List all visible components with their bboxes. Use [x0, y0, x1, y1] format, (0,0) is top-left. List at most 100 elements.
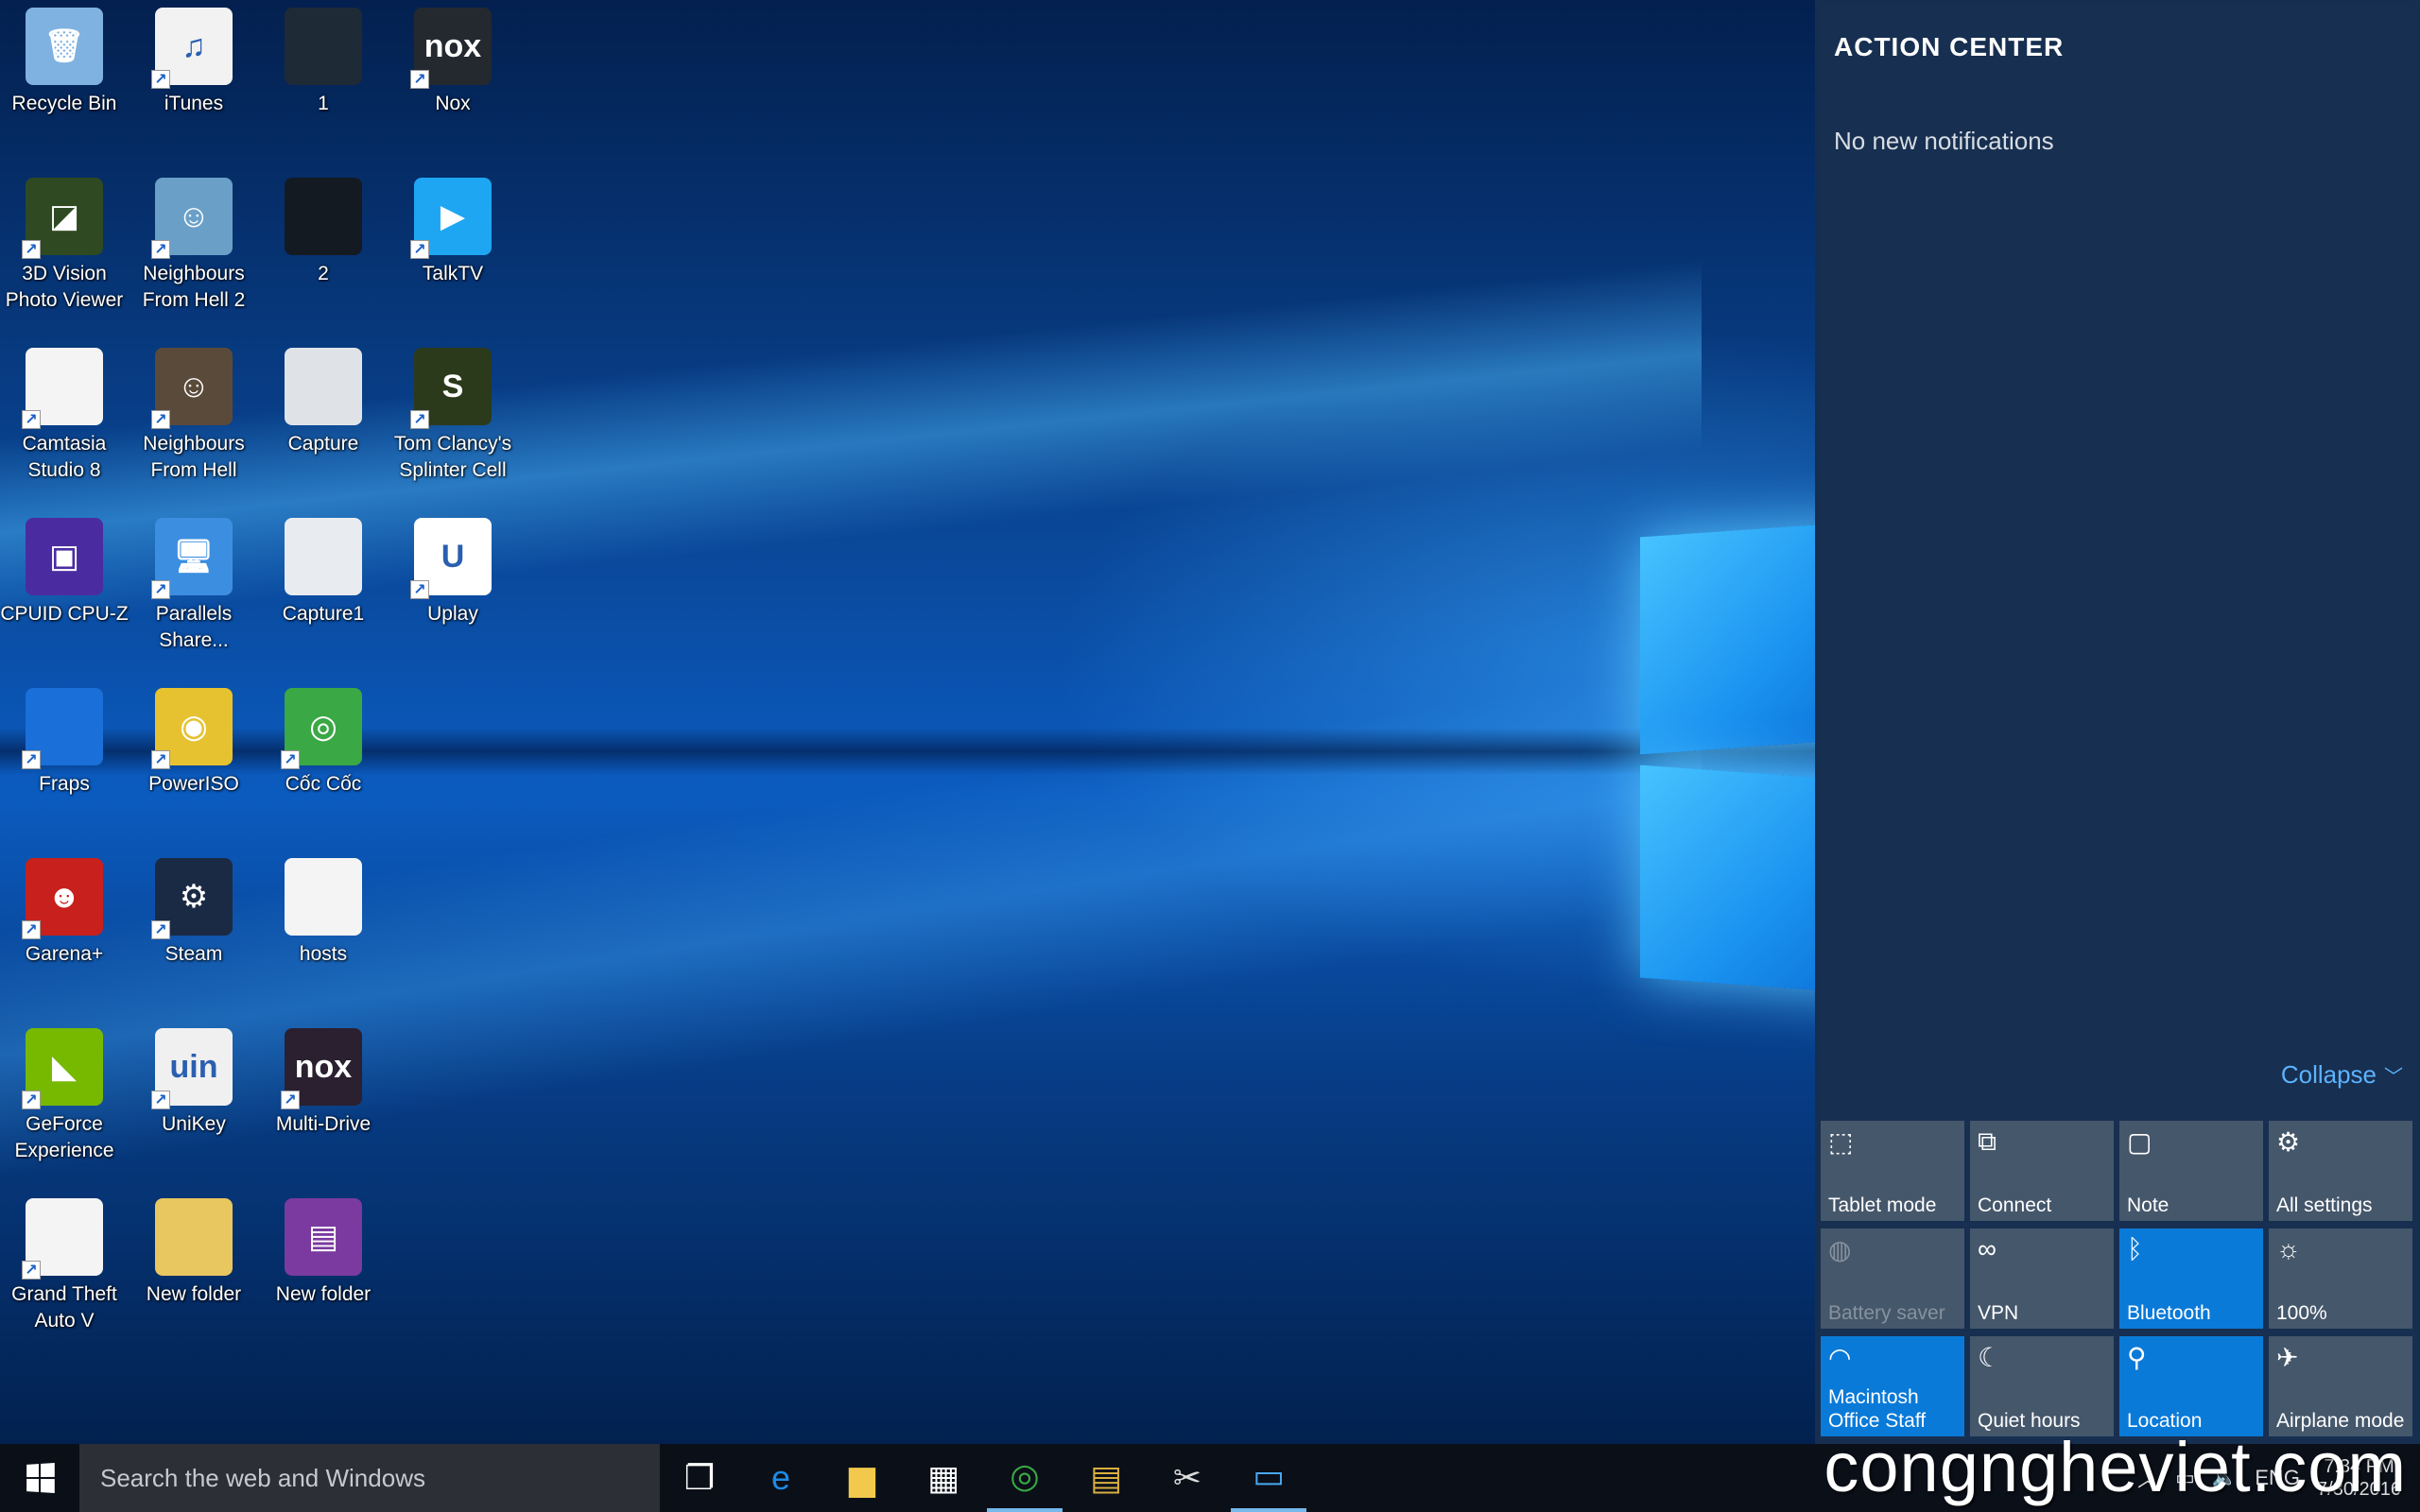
desktop-icon-label: Tom Clancy's Splinter Cell — [393, 433, 512, 481]
scissors-icon: ✂ — [1172, 1458, 1202, 1497]
quick-action-battery-saver[interactable]: ◍ Battery saver — [1821, 1228, 1964, 1329]
cpuz-icon: ▣ — [26, 518, 103, 595]
desktop-icon[interactable]: ◣ ↗ GeForce Experience — [0, 1021, 129, 1183]
desktop-icon[interactable]: 🖥 ↗ Parallels Share... — [130, 510, 258, 673]
desktop-icon-label: PowerISO — [148, 773, 239, 795]
desktop-icon-label: Multi-Drive — [275, 1113, 372, 1135]
quick-action-note[interactable]: ▢ Note — [2119, 1121, 2263, 1221]
quick-action-label: Macintosh Office Staff — [1828, 1386, 1927, 1432]
desktop-icon[interactable]: ▣ CPUID CPU-Z — [0, 510, 129, 673]
control-panel-button[interactable]: ▭ — [1231, 1444, 1306, 1512]
quick-action-label: Bluetooth — [2127, 1302, 2211, 1324]
desktop-icon[interactable]: ♫ ↗ iTunes — [130, 0, 258, 163]
quick-action-location[interactable]: ⚲ Location — [2119, 1336, 2263, 1436]
desktop-icon[interactable]: uin ↗ UniKey — [130, 1021, 258, 1183]
desktop-icon[interactable]: ☺ ↗ Neighbours From Hell 2 — [130, 170, 258, 333]
desktop-icon[interactable]: ◎ ↗ Cốc Cốc — [259, 680, 388, 843]
search-box[interactable]: Search the web and Windows — [79, 1444, 660, 1512]
desktop-icon-label: Neighbours From Hell — [143, 433, 245, 481]
camtasia-icon: ↗ — [22, 348, 103, 429]
desktop-icon-label: UniKey — [162, 1113, 226, 1135]
coccoc-icon: ◎ ↗ — [281, 688, 362, 769]
airplane-icon: ✈ — [2276, 1343, 2299, 1372]
quick-action-wifi[interactable]: ◠ Macintosh Office Staff — [1821, 1336, 1964, 1436]
action-center-panel: ACTION CENTER No new notifications Colla… — [1815, 0, 2420, 1444]
desktop-icon[interactable]: ↗ Camtasia Studio 8 — [0, 340, 129, 503]
desktop-icon[interactable]: ↗ Grand Theft Auto V — [0, 1191, 129, 1353]
quick-actions-grid: ⬚ Tablet mode ⧉ Connect ▢ Note ⚙ All settings ◍ B… — [1821, 1121, 2414, 1436]
quick-action-label: VPN — [1978, 1302, 2019, 1324]
battery-saver-icon: ◍ — [1828, 1235, 1852, 1264]
desktop-icon[interactable]: S ↗ Tom Clancy's Splinter Cell — [389, 340, 517, 503]
collapse-link[interactable]: Collapse ﹀ — [2281, 1060, 2403, 1090]
neighbours-from-hell-2-icon: ☺ ↗ — [151, 178, 233, 259]
desktop-icon[interactable]: ☺ ↗ Neighbours From Hell — [130, 340, 258, 503]
desktop[interactable]: 🗑 Recycle Bin ♫ ↗ iTunes 1 nox ↗ Nox ◪ ↗ 3D Vision … — [0, 0, 1815, 1444]
splinter-cell-icon: S ↗ — [410, 348, 492, 429]
desktop-icon[interactable]: hosts — [259, 850, 388, 1013]
desktop-icon[interactable]: New folder — [130, 1191, 258, 1353]
start-button[interactable] — [0, 1444, 79, 1512]
3d-vision-icon: ◪ ↗ — [22, 178, 103, 259]
fraps-icon: ↗ — [22, 688, 103, 769]
moon-icon: ☾ — [1978, 1343, 2002, 1372]
coccoc-icon: ◎ — [1010, 1456, 1040, 1495]
desktop-icon[interactable]: 2 — [259, 170, 388, 333]
winrar-icon: ▤ — [285, 1198, 362, 1276]
vpn-icon: ∞ — [1978, 1234, 1996, 1263]
desktop-icon[interactable]: 🗑 Recycle Bin — [0, 0, 129, 163]
quick-action-tablet-mode[interactable]: ⬚ Tablet mode — [1821, 1121, 1964, 1221]
neighbours-from-hell-icon: ☺ ↗ — [151, 348, 233, 429]
shortcut-arrow-icon: ↗ — [151, 240, 170, 259]
unikey-icon: uin ↗ — [151, 1028, 233, 1109]
coccoc-button[interactable]: ◎ — [987, 1444, 1063, 1512]
wallpaper-window-pane — [1640, 765, 1815, 994]
quick-action-moon[interactable]: ☾ Quiet hours — [1970, 1336, 2114, 1436]
quick-action-brightness[interactable]: ☼ 100% — [2269, 1228, 2412, 1329]
desktop-icon[interactable]: U ↗ Uplay — [389, 510, 517, 673]
quick-action-label: Note — [2127, 1194, 2169, 1216]
store-button[interactable]: ▦ — [906, 1444, 981, 1512]
collapse-label: Collapse — [2280, 1060, 2377, 1089]
shortcut-arrow-icon: ↗ — [22, 410, 41, 429]
shortcut-arrow-icon: ↗ — [22, 750, 41, 769]
desktop-icon[interactable]: nox ↗ Multi-Drive — [259, 1021, 388, 1183]
quick-action-airplane[interactable]: ✈ Airplane mode — [2269, 1336, 2412, 1436]
quick-action-connect[interactable]: ⧉ Connect — [1970, 1121, 2114, 1221]
folder-icon — [155, 1198, 233, 1276]
desktop-icon[interactable]: Capture — [259, 340, 388, 503]
shortcut-arrow-icon: ↗ — [151, 1091, 170, 1109]
desktop-icon-label: GeForce Experience — [14, 1113, 114, 1161]
shortcut-arrow-icon: ↗ — [410, 240, 429, 259]
quick-action-label: 100% — [2276, 1302, 2327, 1324]
desktop-icon-label: CPUID CPU-Z — [0, 603, 129, 625]
desktop-icon[interactable]: nox ↗ Nox — [389, 0, 517, 163]
quick-action-vpn[interactable]: ∞ VPN — [1970, 1228, 2114, 1329]
file-icon — [285, 858, 362, 936]
desktop-icon[interactable]: ▤ New folder — [259, 1191, 388, 1353]
desktop-icon[interactable]: ◪ ↗ 3D Vision Photo Viewer — [0, 170, 129, 333]
desktop-icon[interactable]: 1 — [259, 0, 388, 163]
quick-action-bluetooth[interactable]: ᛒ Bluetooth — [2119, 1228, 2263, 1329]
task-view-button[interactable]: ❐ — [662, 1444, 737, 1512]
desktop-icon-label: Nox — [435, 93, 471, 114]
shortcut-arrow-icon: ↗ — [410, 410, 429, 429]
edge-button[interactable]: e — [743, 1444, 819, 1512]
shortcut-arrow-icon: ↗ — [151, 410, 170, 429]
shortcut-arrow-icon: ↗ — [410, 70, 429, 89]
file-explorer-button[interactable]: ▆ — [824, 1444, 900, 1512]
desktop-icon[interactable]: ◉ ↗ PowerISO — [130, 680, 258, 843]
desktop-icon-label: 2 — [318, 263, 329, 284]
no-notifications-text: No new notifications — [1834, 127, 2054, 155]
desktop-icon[interactable]: Capture1 — [259, 510, 388, 673]
desktop-icon[interactable]: ↗ Fraps — [0, 680, 129, 843]
nox-icon: nox ↗ — [410, 8, 492, 89]
desktop-icon-label: Recycle Bin — [11, 93, 117, 114]
desktop-icon[interactable]: ☻ ↗ Garena+ — [0, 850, 129, 1013]
quick-action-gear[interactable]: ⚙ All settings — [2269, 1121, 2412, 1221]
desktop-icon[interactable]: ▶ ↗ TalkTV — [389, 170, 517, 333]
desktop-icon[interactable]: ⚙ ↗ Steam — [130, 850, 258, 1013]
winrar-button[interactable]: ▤ — [1068, 1444, 1144, 1512]
snipping-tool-button[interactable]: ✂ — [1150, 1444, 1225, 1512]
desktop-icon-label: Grand Theft Auto V — [11, 1283, 117, 1332]
